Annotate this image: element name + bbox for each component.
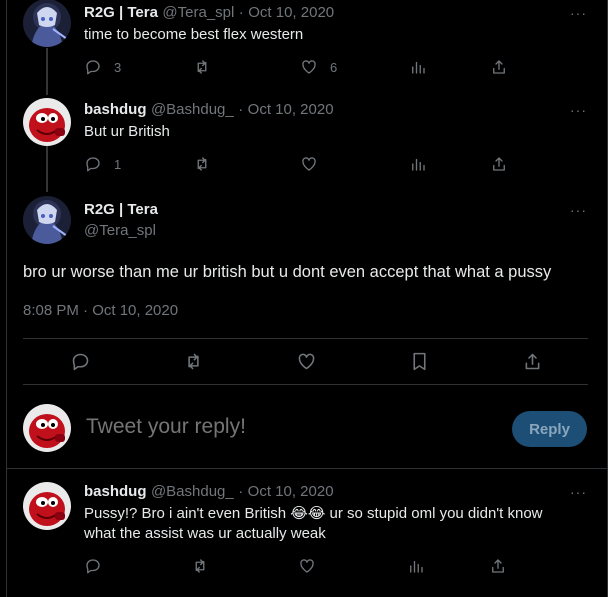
analytics-icon [412,158,425,171]
more-icon[interactable]: ··· [570,102,587,118]
reply-icon [86,559,100,574]
share-icon [492,559,504,573]
main-tweet-text: bro ur worse than me ur british but u do… [23,263,552,281]
retweet-action[interactable] [193,155,211,173]
divider [7,468,607,469]
retweet-icon [197,60,207,74]
tweet-text: But ur British [84,123,170,140]
share-action[interactable] [490,58,508,76]
laughing-emoji: 😂 [307,505,326,522]
separator: · [238,483,244,500]
analytics-icon [410,560,423,573]
analytics-action[interactable] [409,58,427,76]
tweet-text: Pussy!? Bro i ain't even British 😂😂 ur s… [84,504,543,524]
tweet-text-line2: what the assist was ur actually weak [84,525,326,542]
heart-icon [302,157,316,171]
share-icon [525,353,540,370]
author-name[interactable]: bashdug [84,101,147,118]
tweet-date[interactable]: Oct 10, 2020 [248,4,334,21]
author-name[interactable]: R2G | Tera [84,201,158,218]
more-icon[interactable]: ··· [570,484,587,500]
author-handle[interactable]: @Bashdug_ [151,101,234,118]
anime-avatar[interactable] [23,0,71,47]
divider [23,384,588,385]
author-name[interactable]: bashdug [84,483,147,500]
red-knuckles-avatar[interactable] [23,98,71,146]
reply-input[interactable] [86,415,486,439]
author-name[interactable]: R2G | Tera [84,4,158,21]
heart-icon [298,353,315,370]
like-action[interactable] [300,155,318,173]
separator: · [238,4,244,21]
tweet-header: bashdug @Bashdug_ · Oct 10, 2020 [84,483,334,501]
retweet-icon [197,157,207,171]
tweet-header: R2G | Tera @Tera_spl · Oct 10, 2020 [84,4,334,22]
retweet-icon [195,559,205,573]
reply-icon [72,353,89,371]
retweet-action[interactable] [183,351,204,372]
reply-button[interactable]: Reply [512,411,587,447]
tweet-date[interactable]: Oct 10, 2020 [248,101,334,118]
bookmark-icon [413,352,426,371]
red-knuckles-avatar[interactable] [23,482,71,530]
tweet-text-part: Pussy!? Bro i ain't even British [84,505,291,522]
laughing-emoji: 😂 [290,505,308,522]
reply-count: 1 [114,156,122,172]
reply-icon [86,157,100,172]
reply-count: 3 [114,59,122,75]
more-icon[interactable]: ··· [570,202,587,218]
anime-avatar[interactable] [23,196,71,244]
retweet-icon [188,353,199,370]
share-icon [493,60,505,74]
tweet-text-part: ur so stupid oml you didn't know [325,505,543,522]
divider [23,338,588,339]
share-action[interactable] [489,557,507,575]
thread-connector [46,48,48,95]
reply-action[interactable] [70,351,91,372]
author-handle[interactable]: @Bashdug_ [151,483,234,500]
like-action[interactable]: 6 [300,58,337,76]
heart-icon [300,559,314,573]
analytics-action[interactable] [409,155,427,173]
retweet-action[interactable] [191,557,209,575]
analytics-action[interactable] [407,557,425,575]
separator: · [238,101,244,118]
like-action[interactable] [298,557,316,575]
share-icon [493,157,505,171]
like-count: 6 [330,59,338,75]
tweet-header: bashdug @Bashdug_ · Oct 10, 2020 [84,101,334,119]
retweet-action[interactable] [193,58,211,76]
heart-icon [302,60,316,74]
author-handle[interactable]: @Tera_spl [162,4,234,21]
reply-action[interactable]: 1 [84,155,121,173]
bookmark-action[interactable] [409,351,430,372]
tweet-timestamp[interactable]: 8:08 PM · Oct 10, 2020 [23,302,178,319]
share-action[interactable] [490,155,508,173]
tweet-text: time to become best flex western [84,26,304,43]
more-icon[interactable]: ··· [570,5,587,21]
author-handle[interactable]: @Tera_spl [84,222,156,239]
red-knuckles-avatar [23,404,71,452]
like-action[interactable] [296,351,317,372]
reply-icon [86,60,100,75]
reply-action[interactable] [84,557,102,575]
analytics-icon [412,61,425,74]
thread-connector [46,146,48,192]
share-action[interactable] [522,351,543,372]
tweet-date[interactable]: Oct 10, 2020 [248,483,334,500]
reply-action[interactable]: 3 [84,58,121,76]
